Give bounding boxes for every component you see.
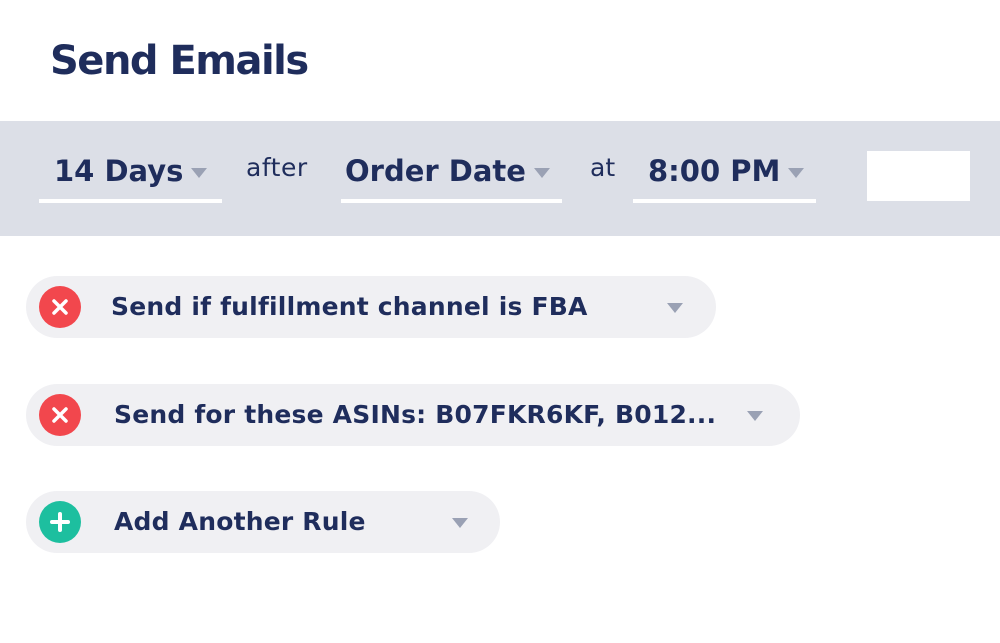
- page-title: Send Emails: [50, 38, 309, 84]
- days-select[interactable]: 14 Days: [39, 143, 222, 203]
- anchor-date-select[interactable]: Order Date: [341, 143, 562, 203]
- remove-x-icon: [52, 299, 68, 315]
- after-label: after: [246, 153, 308, 182]
- rule-asins[interactable]: Send for these ASINs: B07FKR6KF, B012...: [26, 384, 800, 446]
- chevron-down-icon: [191, 168, 208, 178]
- rule-fulfillment-channel[interactable]: Send if fulfillment channel is FBA: [26, 276, 716, 338]
- chevron-down-icon[interactable]: [667, 303, 683, 313]
- chevron-down-icon[interactable]: [747, 411, 763, 421]
- blank-field[interactable]: [867, 151, 970, 201]
- at-label: at: [590, 153, 616, 182]
- anchor-date-select-value: Order Date: [345, 154, 526, 188]
- chevron-down-icon: [533, 168, 550, 178]
- add-rule-row[interactable]: Add Another Rule: [26, 491, 500, 553]
- time-select-value: 8:00 PM: [648, 154, 781, 188]
- send-emails-panel: Send Emails 14 Days after Order Date at …: [0, 0, 1000, 643]
- remove-rule-button[interactable]: [39, 394, 81, 436]
- chevron-down-icon: [788, 168, 805, 178]
- days-select-value: 14 Days: [54, 154, 184, 188]
- rule-label: Add Another Rule: [114, 507, 366, 536]
- chevron-down-icon[interactable]: [452, 518, 468, 528]
- remove-rule-button[interactable]: [39, 286, 81, 328]
- add-rule-button[interactable]: [39, 501, 81, 543]
- rule-label: Send if fulfillment channel is FBA: [111, 292, 588, 321]
- time-select[interactable]: 8:00 PM: [633, 143, 816, 203]
- add-plus-icon: [50, 512, 70, 532]
- remove-x-icon: [52, 407, 68, 423]
- schedule-bar: 14 Days after Order Date at 8:00 PM: [0, 121, 1000, 236]
- rule-label: Send for these ASINs: B07FKR6KF, B012...: [114, 400, 717, 429]
